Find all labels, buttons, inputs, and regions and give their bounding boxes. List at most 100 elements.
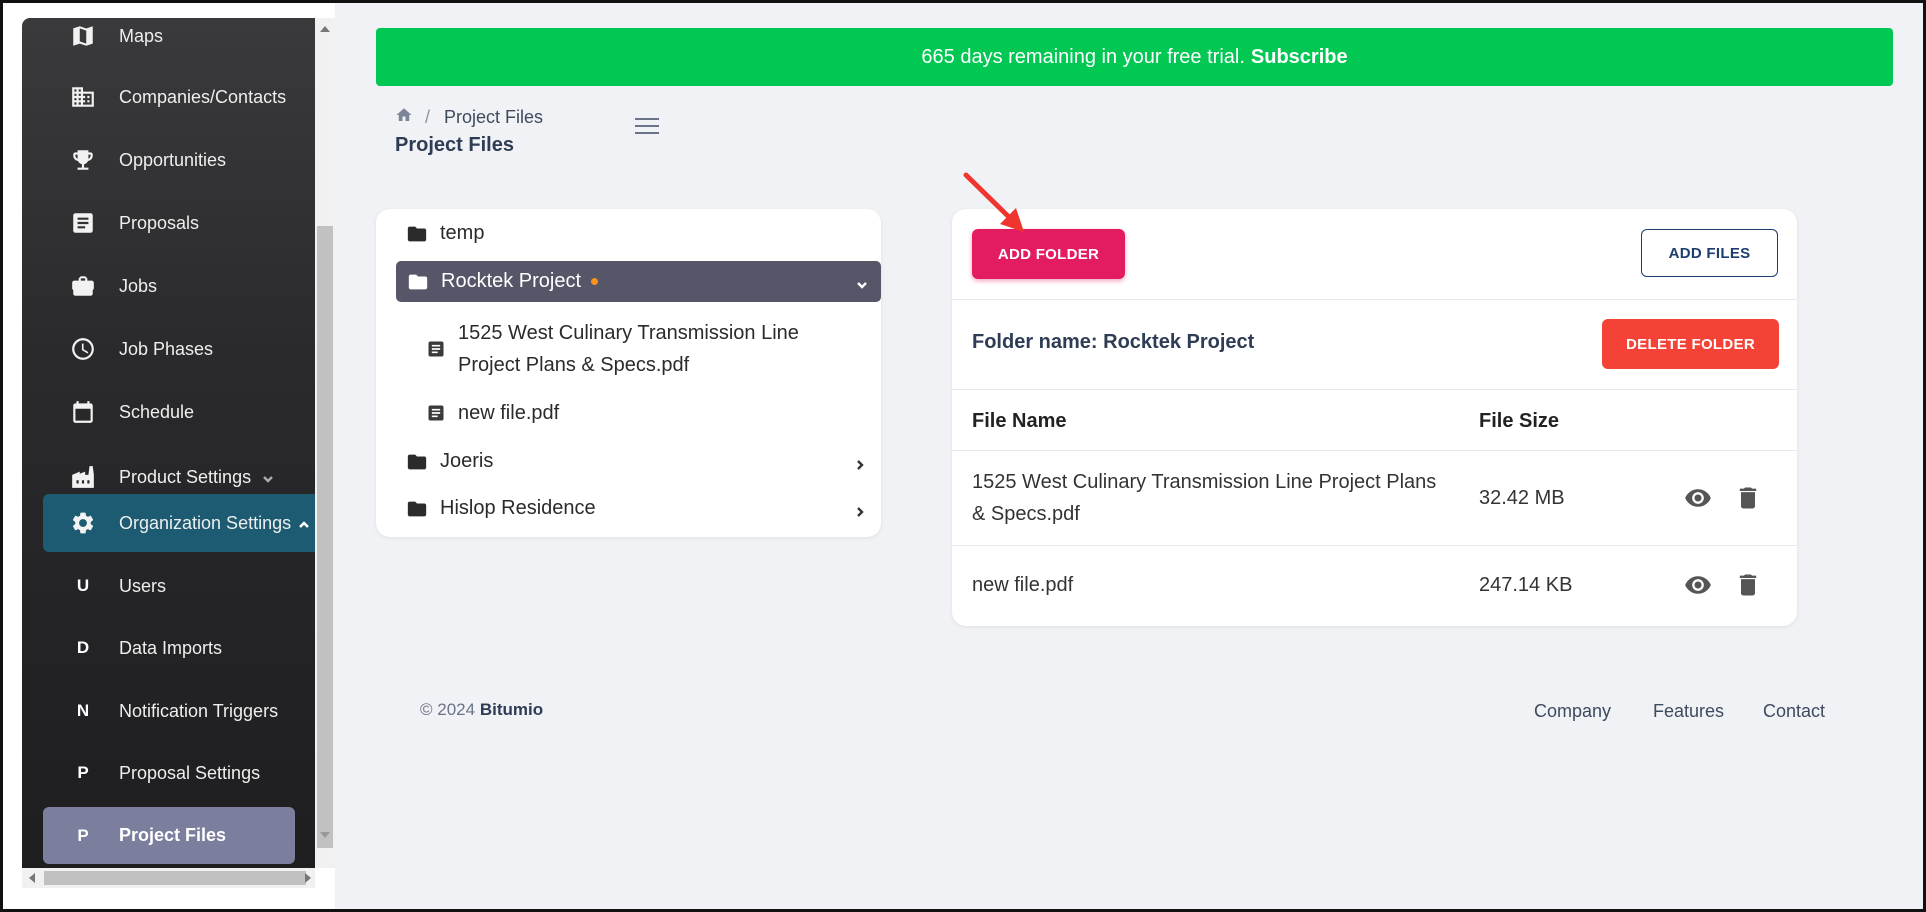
brand-link[interactable]: Bitumio — [480, 700, 543, 719]
sidebar-item-project-files[interactable]: P Project Files — [43, 807, 295, 864]
breadcrumb-separator: / — [425, 107, 431, 127]
sidebar-item-label: Proposals — [119, 212, 200, 233]
sidebar-item-letter: N — [76, 701, 90, 720]
document-icon — [69, 209, 97, 237]
document-icon — [426, 338, 446, 360]
sidebar-item-proposals[interactable]: Proposals — [22, 195, 315, 251]
chevron-right-icon[interactable] — [853, 455, 867, 470]
footer-copyright: © 2024 Bitumio — [420, 700, 543, 720]
sidebar-item-letter: D — [76, 638, 90, 657]
sidebar-item-label: Organization Settings — [119, 512, 292, 533]
scroll-left-arrow[interactable] — [29, 873, 35, 883]
sidebar-item-schedule[interactable]: Schedule — [22, 384, 315, 440]
tree-file-label: 1525 West Culinary Transmission Line Pro… — [458, 317, 799, 381]
tree-folder-label: Hislop Residence — [440, 497, 596, 519]
divider — [952, 389, 1797, 390]
column-header-file-name: File Name — [972, 410, 1067, 432]
sidebar-item-jobs[interactable]: Jobs — [22, 258, 315, 314]
folder-icon — [407, 271, 429, 293]
tree-file-label: new file.pdf — [458, 402, 560, 424]
footer-link-contact[interactable]: Contact — [1763, 701, 1825, 722]
scroll-right-arrow[interactable] — [305, 873, 311, 883]
divider — [952, 545, 1797, 546]
sidebar-item-companies-contacts[interactable]: Companies/Contacts — [22, 69, 315, 125]
menu-toggle-icon[interactable] — [635, 118, 659, 136]
tree-folder-rocktek-project[interactable]: Rocktek Project — [396, 261, 881, 302]
sidebar-item-data-imports[interactable]: D Data Imports — [22, 620, 315, 676]
tree-folder-temp[interactable]: temp — [406, 222, 484, 245]
scrollbar-thumb[interactable] — [44, 871, 306, 885]
sidebar-item-users[interactable]: U Users — [22, 558, 315, 614]
sidebar-item-opportunities[interactable]: Opportunities — [22, 132, 315, 188]
sidebar-item-label: Schedule — [119, 401, 195, 422]
file-name-line: & Specs.pdf — [972, 503, 1080, 525]
sidebar-item-label: Users — [119, 575, 167, 596]
tree-folder-label: Rocktek Project — [441, 270, 582, 292]
sidebar-item-label: Data Imports — [119, 637, 223, 658]
clock-icon — [69, 335, 97, 363]
tree-folder-joeris[interactable]: Joeris — [406, 450, 871, 473]
sidebar-item-label: Maps — [119, 25, 164, 46]
file-name-line: 1525 West Culinary Transmission Line Pro… — [972, 471, 1437, 493]
sidebar-item-label: Job Phases — [119, 338, 214, 359]
file-name-cell: 1525 West Culinary Transmission Line Pro… — [972, 466, 1436, 530]
scrollbar-thumb[interactable] — [317, 226, 333, 848]
gear-icon — [69, 509, 97, 537]
copyright-text: © 2024 — [420, 700, 476, 719]
file-size-cell: 247.14 KB — [1479, 574, 1573, 596]
sidebar-item-organization-settings[interactable]: Organization Settings — [43, 494, 315, 552]
home-icon[interactable] — [395, 106, 413, 129]
add-folder-button[interactable]: ADD FOLDER — [972, 229, 1125, 279]
factory-icon — [69, 463, 97, 491]
sidebar-item-job-phases[interactable]: Job Phases — [22, 321, 315, 377]
briefcase-icon — [69, 272, 97, 300]
sidebar: Maps Companies/Contacts Opportunities Pr… — [22, 18, 315, 868]
delete-folder-button[interactable]: DELETE FOLDER — [1602, 319, 1779, 369]
sidebar-item-label: Project Files — [119, 825, 227, 845]
sidebar-item-label: Product Settings — [119, 466, 252, 487]
sidebar-item-letter: U — [76, 576, 90, 595]
tree-file-item[interactable]: 1525 West Culinary Transmission Line Pro… — [426, 317, 799, 381]
sidebar-item-proposal-settings[interactable]: P Proposal Settings — [22, 745, 315, 801]
document-icon — [426, 402, 446, 424]
trophy-icon — [69, 146, 97, 174]
sidebar-horizontal-scrollbar[interactable] — [22, 868, 315, 888]
eye-icon[interactable] — [1684, 571, 1712, 599]
divider — [952, 299, 1797, 300]
folder-icon — [406, 223, 428, 245]
add-files-button[interactable]: ADD FILES — [1641, 229, 1778, 277]
folder-tree: temp Rocktek Project 1525 West Culinary … — [376, 209, 881, 537]
page-title: Project Files — [395, 134, 514, 156]
trial-banner-text: 665 days remaining in your free trial. — [921, 45, 1245, 68]
tree-folder-label: temp — [440, 222, 485, 244]
trash-icon[interactable] — [1734, 484, 1762, 512]
sidebar-item-maps[interactable]: Maps — [22, 18, 315, 64]
tree-folder-label: Joeris — [440, 450, 494, 472]
sidebar-item-label: Jobs — [119, 275, 158, 296]
sidebar-vertical-scrollbar[interactable] — [315, 18, 335, 868]
column-header-file-size: File Size — [1479, 410, 1560, 432]
footer-link-features[interactable]: Features — [1653, 701, 1724, 722]
divider — [952, 450, 1797, 451]
sidebar-item-label: Opportunities — [119, 149, 227, 170]
sidebar-item-label: Notification Triggers — [119, 700, 279, 721]
sidebar-item-label: Companies/Contacts — [119, 86, 287, 107]
folder-name-label: Folder name: Rocktek Project — [972, 331, 1255, 353]
tree-file-label-line: Project Plans & Specs.pdf — [458, 354, 690, 376]
scroll-down-arrow[interactable] — [320, 832, 330, 838]
chevron-down-icon[interactable] — [855, 275, 869, 289]
chevron-right-icon[interactable] — [853, 502, 867, 517]
subscribe-link[interactable]: Subscribe — [1251, 46, 1348, 69]
eye-icon[interactable] — [1684, 484, 1712, 512]
footer-link-company[interactable]: Company — [1534, 701, 1611, 722]
breadcrumb: / Project Files — [395, 106, 543, 129]
sidebar-item-notification-triggers[interactable]: N Notification Triggers — [22, 683, 315, 739]
status-dot — [591, 278, 599, 285]
tree-folder-hislop-residence[interactable]: Hislop Residence — [406, 497, 871, 520]
tree-file-item[interactable]: new file.pdf — [426, 397, 559, 429]
scroll-up-arrow[interactable] — [320, 26, 330, 32]
chevron-up-icon — [297, 516, 311, 530]
calendar-icon — [69, 398, 97, 426]
trash-icon[interactable] — [1734, 571, 1762, 599]
file-size-cell: 32.42 MB — [1479, 487, 1565, 509]
